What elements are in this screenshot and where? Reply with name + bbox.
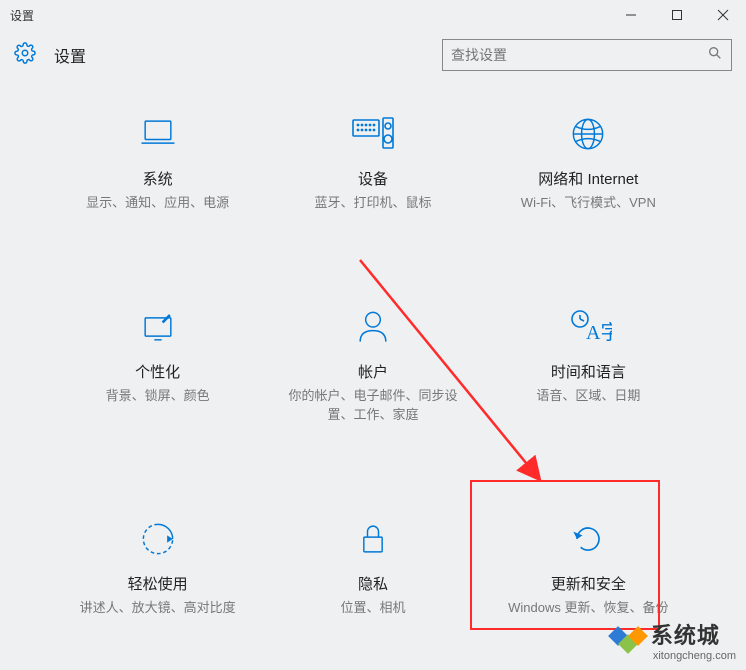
ease-of-access-icon: [136, 515, 180, 563]
tile-title: 系统: [143, 168, 173, 189]
tile-title: 个性化: [135, 361, 180, 382]
tile-title: 轻松使用: [128, 573, 188, 594]
gear-icon: [14, 42, 36, 69]
search-input[interactable]: [451, 47, 707, 63]
watermark-logo-icon: [611, 629, 645, 651]
tile-devices[interactable]: 设备 蓝牙、打印机、鼠标: [265, 100, 480, 223]
settings-grid: 系统 显示、通知、应用、电源 设备 蓝牙、打印机、鼠标 网络和 Internet…: [0, 80, 746, 627]
tile-title: 帐户: [358, 361, 388, 382]
time-language-icon: A字: [564, 303, 612, 351]
update-icon: [566, 515, 610, 563]
close-button[interactable]: [700, 0, 746, 30]
window-controls: [608, 0, 746, 30]
tile-update-security[interactable]: 更新和安全 Windows 更新、恢复、备份: [481, 505, 696, 628]
tile-network[interactable]: 网络和 Internet Wi-Fi、飞行模式、VPN: [481, 100, 696, 223]
tile-subtitle: 显示、通知、应用、电源: [86, 193, 229, 213]
tile-subtitle: 讲述人、放大镜、高对比度: [80, 598, 236, 618]
tile-system[interactable]: 系统 显示、通知、应用、电源: [50, 100, 265, 223]
tile-personalization[interactable]: 个性化 背景、锁屏、颜色: [50, 293, 265, 435]
tile-accounts[interactable]: 帐户 你的帐户、电子邮件、同步设置、工作、家庭: [265, 293, 480, 435]
tile-title: 网络和 Internet: [538, 168, 638, 189]
tile-subtitle: Windows 更新、恢复、备份: [508, 598, 668, 618]
tile-subtitle: 语音、区域、日期: [536, 386, 640, 406]
tile-subtitle: 蓝牙、打印机、鼠标: [314, 193, 431, 213]
watermark-url: xitongcheng.com: [653, 650, 736, 662]
devices-icon: [349, 110, 397, 158]
tile-title: 更新和安全: [551, 573, 626, 594]
tile-privacy[interactable]: 隐私 位置、相机: [265, 505, 480, 628]
header: 设置: [0, 30, 746, 80]
tile-ease-of-access[interactable]: 轻松使用 讲述人、放大镜、高对比度: [50, 505, 265, 628]
tile-subtitle: 位置、相机: [340, 598, 405, 618]
tile-title: 隐私: [358, 573, 388, 594]
tile-title: 设备: [358, 168, 388, 189]
person-icon: [351, 303, 395, 351]
titlebar: 设置: [0, 0, 746, 30]
search-icon: [707, 45, 723, 66]
globe-icon: [566, 110, 610, 158]
watermark-brand: 系统城: [651, 618, 736, 650]
tile-subtitle: 背景、锁屏、颜色: [106, 386, 210, 406]
svg-text:A字: A字: [586, 321, 612, 344]
window-title: 设置: [10, 7, 34, 24]
lock-icon: [351, 515, 395, 563]
tile-time-language[interactable]: A字 时间和语言 语音、区域、日期: [481, 293, 696, 435]
tile-subtitle: Wi-Fi、飞行模式、VPN: [521, 193, 656, 213]
tile-subtitle: 你的帐户、电子邮件、同步设置、工作、家庭: [283, 386, 463, 425]
personalization-icon: [136, 303, 180, 351]
page-title: 设置: [54, 43, 86, 67]
maximize-button[interactable]: [654, 0, 700, 30]
search-box[interactable]: [442, 39, 732, 71]
watermark: 系统城 xitongcheng.com: [611, 618, 736, 662]
tile-title: 时间和语言: [551, 361, 626, 382]
minimize-button[interactable]: [608, 0, 654, 30]
laptop-icon: [136, 110, 180, 158]
